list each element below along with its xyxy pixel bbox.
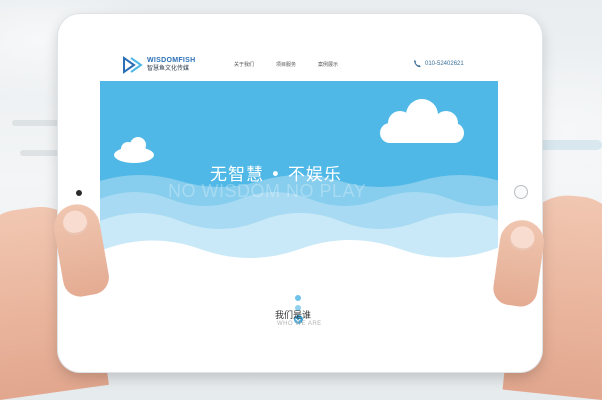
front-camera [76, 190, 82, 196]
brand-name-cn: 智慧鱼文化传媒 [147, 66, 190, 72]
cloud-small [114, 137, 154, 163]
nav-cases[interactable]: 案例展示 [318, 61, 338, 68]
background-shape [20, 150, 60, 156]
home-button[interactable] [514, 185, 528, 199]
phone-icon [414, 59, 421, 68]
play-arrow-logo-icon[interactable] [122, 55, 144, 75]
tablet-screen: WISDOMFISH 智慧鱼文化传媒 关于我们 项目服务 案例展示 010-52… [100, 48, 498, 340]
brand-name-en: WISDOMFISH [147, 57, 196, 64]
background-shape [532, 140, 602, 150]
site-header: WISDOMFISH 智慧鱼文化传媒 关于我们 项目服务 案例展示 010-52… [100, 48, 498, 81]
thumbnail-nail [508, 224, 537, 252]
nav-services[interactable]: 项目服务 [276, 61, 296, 68]
hero-slogan-en: NO WISDOM NO PLAY [168, 181, 367, 201]
thumbnail-nail [61, 208, 90, 237]
section-title: 我们是谁 [275, 311, 312, 321]
nav-about[interactable]: 关于我们 [234, 61, 254, 68]
section-subtitle: WHO WE ARE [277, 321, 322, 327]
hero-banner: 无智慧 • 不娱乐 NO WISDOM NO PLAY [100, 81, 498, 278]
cloud-large [380, 99, 464, 143]
brand[interactable]: WISDOMFISH 智慧鱼文化传媒 [147, 56, 196, 73]
indicator-dot [295, 295, 301, 301]
phone-number[interactable]: 010-52402621 [425, 61, 464, 67]
